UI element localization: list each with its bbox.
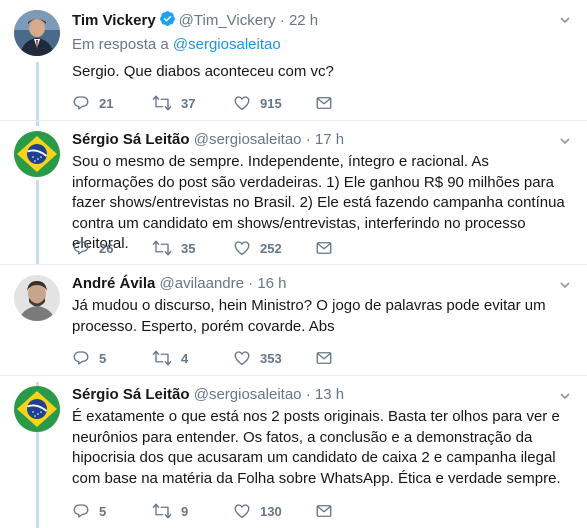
reply-button[interactable]: 26 [72, 239, 113, 257]
brazil-flag-avatar-image [14, 386, 60, 432]
reply-mention-link[interactable]: @sergiosaleitao [173, 36, 281, 53]
verified-badge-icon [159, 10, 176, 31]
tweet[interactable]: Sérgio Sá Leitão @sergiosaleitao · 17 h … [0, 121, 587, 264]
retweet-button[interactable]: 9 [152, 502, 188, 520]
heart-icon [234, 504, 250, 519]
tweet-text: Já mudou o discurso, hein Ministro? O jo… [72, 297, 546, 335]
avatar[interactable] [14, 10, 60, 56]
reply-button[interactable]: 5 [72, 349, 106, 367]
heart-icon [234, 96, 250, 111]
tim-vickery-avatar-image [14, 10, 60, 56]
like-button[interactable]: 915 [233, 94, 282, 112]
reply-count: 5 [99, 350, 107, 366]
like-count: 252 [260, 240, 282, 256]
retweet-icon [152, 240, 172, 256]
avatar[interactable] [14, 275, 60, 321]
tweet-header: André Ávila @avilaandre · 16 h [72, 275, 287, 292]
chevron-down-icon[interactable] [559, 135, 571, 147]
retweet-button[interactable]: 35 [152, 239, 195, 257]
like-button[interactable]: 130 [233, 502, 282, 520]
retweet-count: 37 [181, 95, 196, 111]
brazil-flag-avatar-image [14, 131, 60, 177]
like-button[interactable]: 252 [233, 239, 282, 257]
tweet-header: Sérgio Sá Leitão @sergiosaleitao · 17 h [72, 131, 344, 148]
display-name[interactable]: André Ávila [72, 275, 155, 292]
retweet-count: 9 [181, 503, 189, 519]
tweet[interactable]: Sérgio Sá Leitão @sergiosaleitao · 13 h … [0, 376, 587, 528]
direct-message-button[interactable] [315, 239, 342, 257]
like-count: 915 [260, 95, 282, 111]
reply-icon [73, 504, 89, 518]
separator-dot: · [305, 386, 311, 403]
envelope-icon [316, 505, 332, 517]
tweet-text: É exatamente o que está nos 2 posts orig… [72, 408, 561, 487]
retweet-icon [152, 350, 172, 366]
direct-message-button[interactable] [315, 94, 342, 112]
timestamp[interactable]: 13 h [315, 386, 344, 403]
tweet[interactable]: André Ávila @avilaandre · 16 h Já mudou … [0, 265, 587, 375]
tweet-header: Sérgio Sá Leitão @sergiosaleitao · 13 h [72, 386, 344, 403]
timestamp[interactable]: 22 h [289, 12, 318, 29]
direct-message-button[interactable] [315, 349, 342, 367]
reply-icon [73, 351, 89, 365]
chevron-down-icon[interactable] [559, 14, 571, 26]
display-name[interactable]: Sérgio Sá Leitão [72, 386, 190, 403]
envelope-icon [316, 242, 332, 254]
reply-count: 21 [99, 95, 114, 111]
separator-dot: · [279, 12, 285, 29]
retweet-button[interactable]: 37 [152, 94, 195, 112]
like-button[interactable]: 353 [233, 349, 282, 367]
handle[interactable]: @Tim_Vickery [179, 12, 276, 29]
retweet-icon [152, 503, 172, 519]
display-name[interactable]: Tim Vickery [72, 12, 156, 29]
retweet-button[interactable]: 4 [152, 349, 188, 367]
retweet-count: 35 [181, 240, 196, 256]
reply-count: 26 [99, 240, 114, 256]
reply-icon [73, 96, 89, 110]
direct-message-button[interactable] [315, 502, 342, 520]
retweet-count: 4 [181, 350, 189, 366]
tweet-text: Sergio. Que diabos aconteceu com vc? [72, 63, 334, 80]
reply-icon [73, 241, 89, 255]
avatar[interactable] [14, 386, 60, 432]
heart-icon [234, 351, 250, 366]
retweet-icon [152, 95, 172, 111]
timestamp[interactable]: 16 h [257, 275, 286, 292]
handle[interactable]: @sergiosaleitao [194, 386, 302, 403]
tweet-header: Tim Vickery @Tim_Vickery · 22 h [72, 10, 318, 31]
envelope-icon [316, 352, 332, 364]
heart-icon [234, 241, 250, 256]
display-name[interactable]: Sérgio Sá Leitão [72, 131, 190, 148]
chevron-down-icon[interactable] [559, 279, 571, 291]
chevron-down-icon[interactable] [559, 390, 571, 402]
separator-dot: · [305, 131, 311, 148]
avatar[interactable] [14, 131, 60, 177]
timestamp[interactable]: 17 h [315, 131, 344, 148]
andre-avila-avatar-image [14, 275, 60, 321]
handle[interactable]: @avilaandre [160, 275, 244, 292]
reply-button[interactable]: 5 [72, 502, 106, 520]
envelope-icon [316, 97, 332, 109]
reply-count: 5 [99, 503, 107, 519]
reply-context: Em resposta a @sergiosaleitao [72, 36, 281, 53]
separator-dot: · [248, 275, 254, 292]
reply-prefix: Em resposta a [72, 36, 173, 53]
like-count: 130 [260, 503, 282, 519]
tweet[interactable]: Tim Vickery @Tim_Vickery · 22 h Em respos… [0, 0, 587, 126]
like-count: 353 [260, 350, 282, 366]
handle[interactable]: @sergiosaleitao [194, 131, 302, 148]
reply-button[interactable]: 21 [72, 94, 113, 112]
